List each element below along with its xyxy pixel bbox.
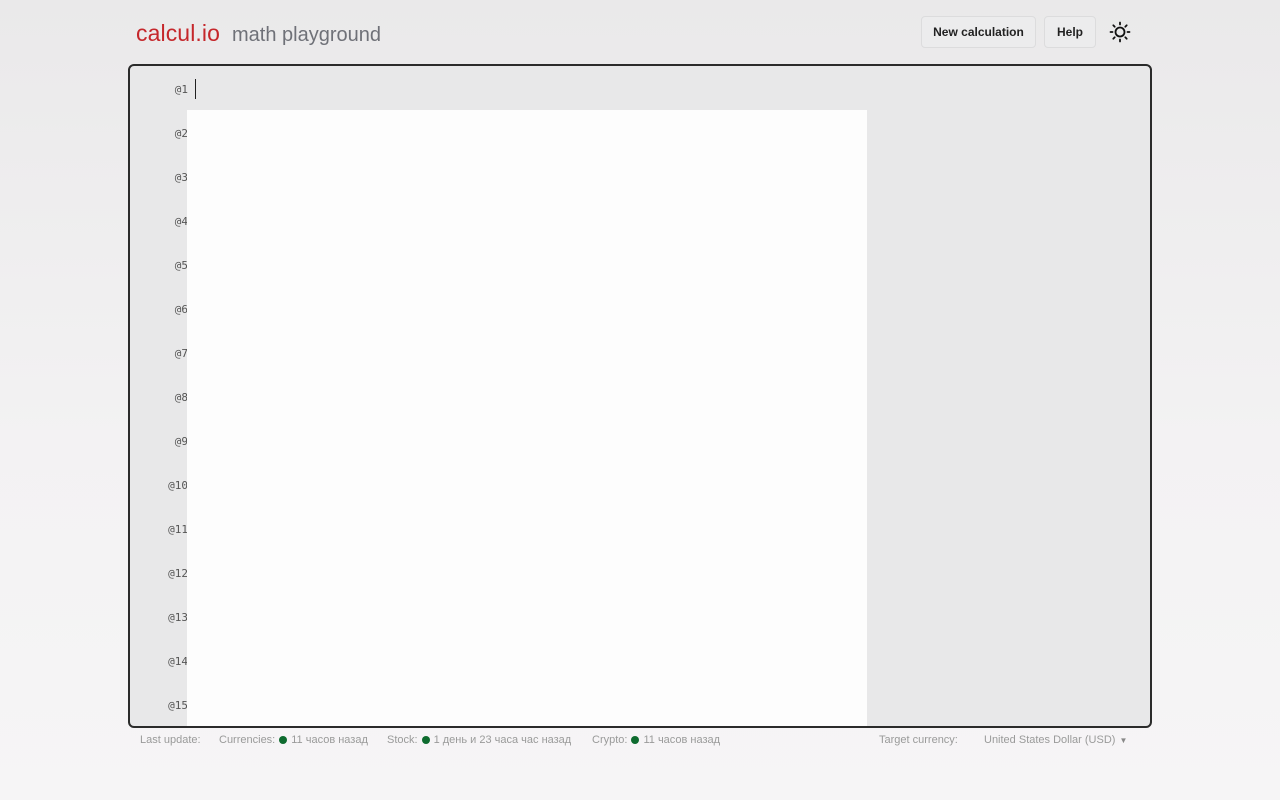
stock-value: 1 день и 23 часа час назад [433, 734, 572, 746]
line-number: @6 [174, 303, 188, 316]
line-number: @7 [174, 347, 188, 360]
target-currency-label: Target currency: [879, 734, 958, 746]
sun-icon [1109, 21, 1131, 43]
line-number: @14 [168, 655, 188, 668]
line-number: @4 [174, 215, 188, 228]
new-calculation-button[interactable]: New calculation [921, 16, 1036, 48]
brand-subtitle: math playground [232, 24, 381, 46]
currencies-label: Currencies: [219, 734, 276, 746]
line-number: @15 [168, 699, 188, 712]
line-number: @9 [174, 435, 188, 448]
status-bar: Last update: Currencies: 11 часов назад … [0, 730, 1280, 750]
currencies-status: Currencies: 11 часов назад [219, 734, 368, 746]
theme-toggle-button[interactable] [1107, 19, 1133, 45]
line-number: @3 [174, 171, 188, 184]
currencies-value: 11 часов назад [291, 734, 368, 746]
line-number: @8 [174, 391, 188, 404]
line-number: @12 [168, 567, 188, 580]
crypto-value: 11 часов назад [643, 734, 721, 746]
crypto-status: Crypto: 11 часов назад [592, 734, 720, 746]
line-number: @13 [168, 611, 188, 624]
help-button[interactable]: Help [1044, 16, 1096, 48]
app-header: calcul.io math playground New calculatio… [0, 0, 1280, 64]
line-number: @1 [174, 83, 188, 96]
status-dot-icon [421, 736, 430, 744]
brand-logo-text[interactable]: calcul.io [136, 20, 220, 47]
stock-label: Stock: [387, 734, 418, 746]
editor-frame: @1 @2 @3 @4 @5 @6 @7 @8 @9 @10 @11 @12 @… [128, 64, 1152, 728]
stock-status: Stock: 1 день и 23 часа час назад [387, 734, 571, 746]
line-number: @10 [168, 479, 188, 492]
expression-input-line[interactable] [188, 66, 868, 110]
status-dot-icon [631, 736, 640, 744]
line-number: @11 [168, 523, 188, 536]
text-cursor [195, 79, 196, 99]
line-number: @5 [174, 259, 188, 272]
caret-down-icon: ▼ [1119, 735, 1128, 745]
last-update-label: Last update: [140, 734, 201, 746]
status-dot-icon [279, 736, 288, 744]
brand: calcul.io math playground [136, 20, 381, 47]
target-currency-select[interactable]: United States Dollar (USD) ▼ [984, 734, 1127, 746]
line-number-gutter: @1 @2 @3 @4 @5 @6 @7 @8 @9 @10 @11 @12 @… [130, 66, 188, 726]
crypto-label: Crypto: [592, 734, 628, 746]
line-number: @2 [174, 127, 188, 140]
target-currency-value: United States Dollar (USD) [984, 734, 1116, 746]
editor-text-area[interactable] [187, 110, 867, 726]
